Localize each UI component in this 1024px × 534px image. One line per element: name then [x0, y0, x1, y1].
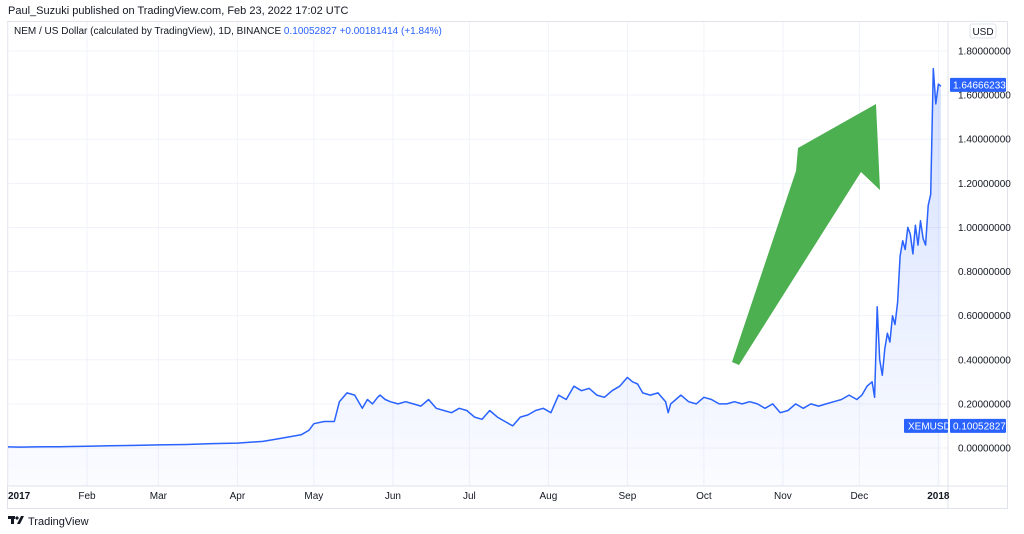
x-tick-label: Jun — [385, 491, 401, 502]
x-tick-label: Mar — [150, 491, 168, 502]
y-tick-label: 0.40000000 — [958, 355, 1011, 366]
footer: TradingView — [8, 515, 89, 528]
symbol-title: NEM / US Dollar (calculated by TradingVi… — [14, 26, 282, 37]
symbol-price-label: XEMUSD 0.10052827 — [904, 418, 1006, 433]
x-tick-label: Apr — [230, 491, 246, 502]
x-tick-label: May — [304, 491, 323, 502]
price-chart[interactable]: 1.80000000 1.60000000 1.40000000 1.20000000… — [0, 0, 1024, 534]
y-tick-label: 0.60000000 — [958, 311, 1011, 322]
y-tick-label: 1.00000000 — [958, 223, 1011, 234]
svg-text:XEMUSD: XEMUSD — [908, 421, 951, 432]
y-tick-label: 0.80000000 — [958, 267, 1011, 278]
y-tick-label: 1.40000000 — [958, 135, 1011, 146]
svg-text:1.64666233: 1.64666233 — [953, 80, 1006, 91]
y-tick-label: 1.80000000 — [958, 47, 1011, 58]
x-axis-ticks: 2017 Feb Mar Apr May Jun Jul Aug Sep Oct Nov Dec 201… — [8, 491, 950, 502]
tradingview-logo-icon[interactable] — [8, 515, 24, 528]
y-axis-ticks: 1.80000000 1.60000000 1.40000000 1.20000000… — [958, 47, 1011, 455]
legend-change: +0.00181414 (+1.84%) — [339, 26, 442, 37]
svg-text:0.10052827: 0.10052827 — [953, 421, 1006, 432]
last-price-label: 1.64666233 — [950, 77, 1006, 92]
x-tick-label: Nov — [774, 491, 792, 502]
price-area-fill — [8, 68, 941, 486]
footer-brand: TradingView — [28, 515, 89, 528]
x-tick-label: 2017 — [8, 491, 31, 502]
x-tick-label: Aug — [539, 491, 557, 502]
y-tick-label: 1.60000000 — [958, 91, 1011, 102]
x-tick-label: Sep — [618, 491, 636, 502]
green-arrow-up-icon — [732, 104, 880, 365]
y-tick-label: 0.00000000 — [958, 444, 1011, 455]
x-tick-label: Oct — [696, 491, 712, 502]
x-tick-label: Jul — [463, 491, 476, 502]
y-tick-label: 1.20000000 — [958, 179, 1011, 190]
symbol-legend: NEM / US Dollar (calculated by TradingVi… — [14, 26, 442, 37]
x-tick-label: Dec — [850, 491, 868, 502]
currency-label: USD — [972, 27, 993, 38]
legend-price: 0.10052827 — [283, 26, 337, 37]
x-tick-label: Feb — [78, 491, 96, 502]
y-tick-label: 0.20000000 — [958, 399, 1011, 410]
x-tick-label: 2018 — [927, 491, 950, 502]
